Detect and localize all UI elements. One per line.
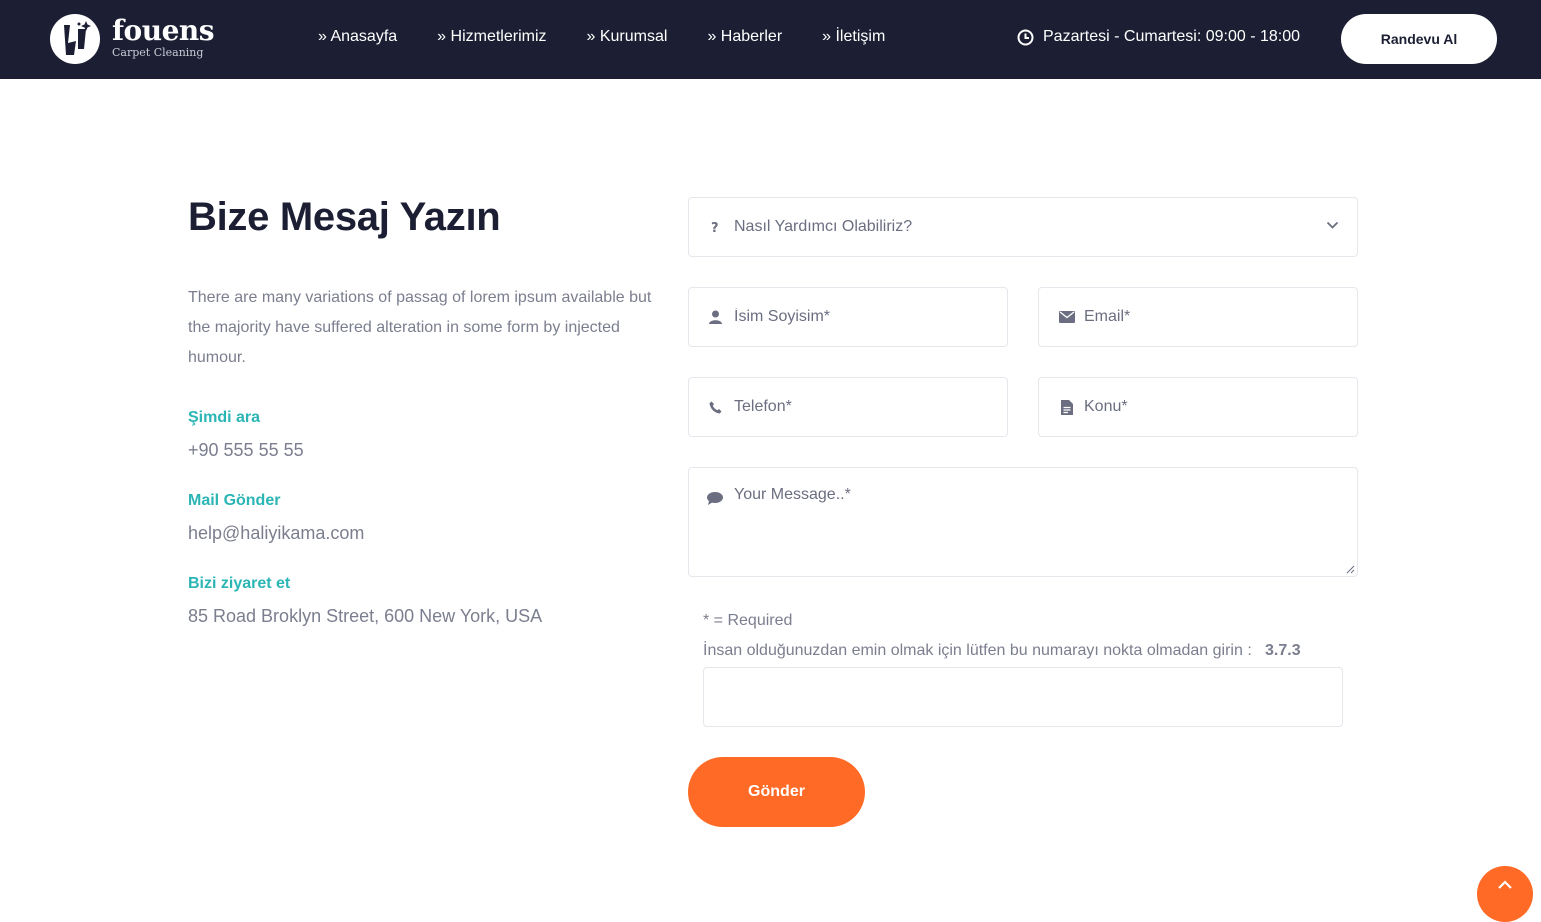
nav-item-haberler[interactable]: » Haberler — [707, 28, 782, 46]
logo-mark-icon — [50, 14, 100, 64]
subject-field[interactable] — [1038, 377, 1358, 437]
topic-select-value: Nasıl Yardımcı Olabiliriz? — [734, 218, 913, 235]
comment-icon — [707, 490, 723, 506]
message-field[interactable] — [688, 467, 1358, 577]
call-label: Şimdi ara — [188, 409, 261, 426]
clock-icon — [1017, 29, 1034, 45]
chevron-down-icon — [1326, 221, 1339, 229]
captcha-prompt: İnsan olduğunuzdan emin olmak için lütfe… — [703, 642, 1252, 659]
user-icon — [707, 309, 723, 325]
question-icon: ? — [707, 219, 723, 235]
mail-label: Mail Gönder — [188, 492, 281, 509]
svg-text:?: ? — [711, 221, 719, 234]
phone-icon — [707, 399, 723, 415]
address-text: 85 Road Broklyn Street, 600 New York, US… — [188, 606, 543, 626]
phone-field[interactable] — [688, 377, 1008, 437]
subject-input[interactable] — [1084, 378, 1342, 436]
page-title: Bize Mesaj Yazın — [188, 195, 501, 239]
email-link[interactable]: help@haliyikama.com — [188, 523, 364, 544]
brand-logo[interactable]: fouens Carpet Cleaning — [48, 13, 228, 65]
visit-label: Bizi ziyaret et — [188, 575, 291, 592]
nav-item-kurumsal[interactable]: » Kurumsal — [587, 28, 668, 46]
email-input[interactable] — [1084, 288, 1342, 346]
phone-input[interactable] — [734, 378, 992, 436]
chevron-up-icon — [1498, 880, 1512, 889]
top-navbar: fouens Carpet Cleaning » Anasayfa » Hizm… — [0, 0, 1541, 79]
resize-grip-icon[interactable] — [1346, 565, 1355, 574]
file-icon — [1059, 399, 1075, 415]
captcha-code: 3.7.3 — [1265, 642, 1301, 659]
nav-item-anasayfa[interactable]: » Anasayfa — [318, 28, 397, 46]
name-input[interactable] — [734, 288, 992, 346]
nav-item-iletisim[interactable]: » İletişim — [822, 28, 885, 46]
required-note: * = Required — [703, 612, 793, 629]
captcha-input[interactable] — [703, 667, 1343, 727]
working-hours: Pazartesi - Cumartesi: 09:00 - 18:00 — [1017, 28, 1300, 46]
scroll-to-top-button[interactable] — [1477, 866, 1533, 922]
message-input[interactable] — [734, 486, 1342, 566]
working-hours-text: Pazartesi - Cumartesi: 09:00 - 18:00 — [1043, 28, 1301, 45]
brand-name: fouens — [112, 13, 215, 47]
email-field[interactable] — [1038, 287, 1358, 347]
main-nav: » Anasayfa » Hizmetlerimiz » Kurumsal » … — [318, 28, 925, 46]
topic-select[interactable]: ? Nasıl Yardımcı Olabiliriz? — [688, 197, 1358, 257]
phone-link[interactable]: +90 555 55 55 — [188, 440, 304, 461]
intro-text: There are many variations of passag of l… — [188, 289, 652, 366]
appointment-button[interactable]: Randevu Al — [1341, 14, 1497, 64]
envelope-icon — [1059, 309, 1075, 325]
brand-tagline: Carpet Cleaning — [112, 45, 204, 59]
submit-button[interactable]: Gönder — [688, 757, 865, 827]
name-field[interactable] — [688, 287, 1008, 347]
nav-item-hizmetlerimiz[interactable]: » Hizmetlerimiz — [437, 28, 546, 46]
